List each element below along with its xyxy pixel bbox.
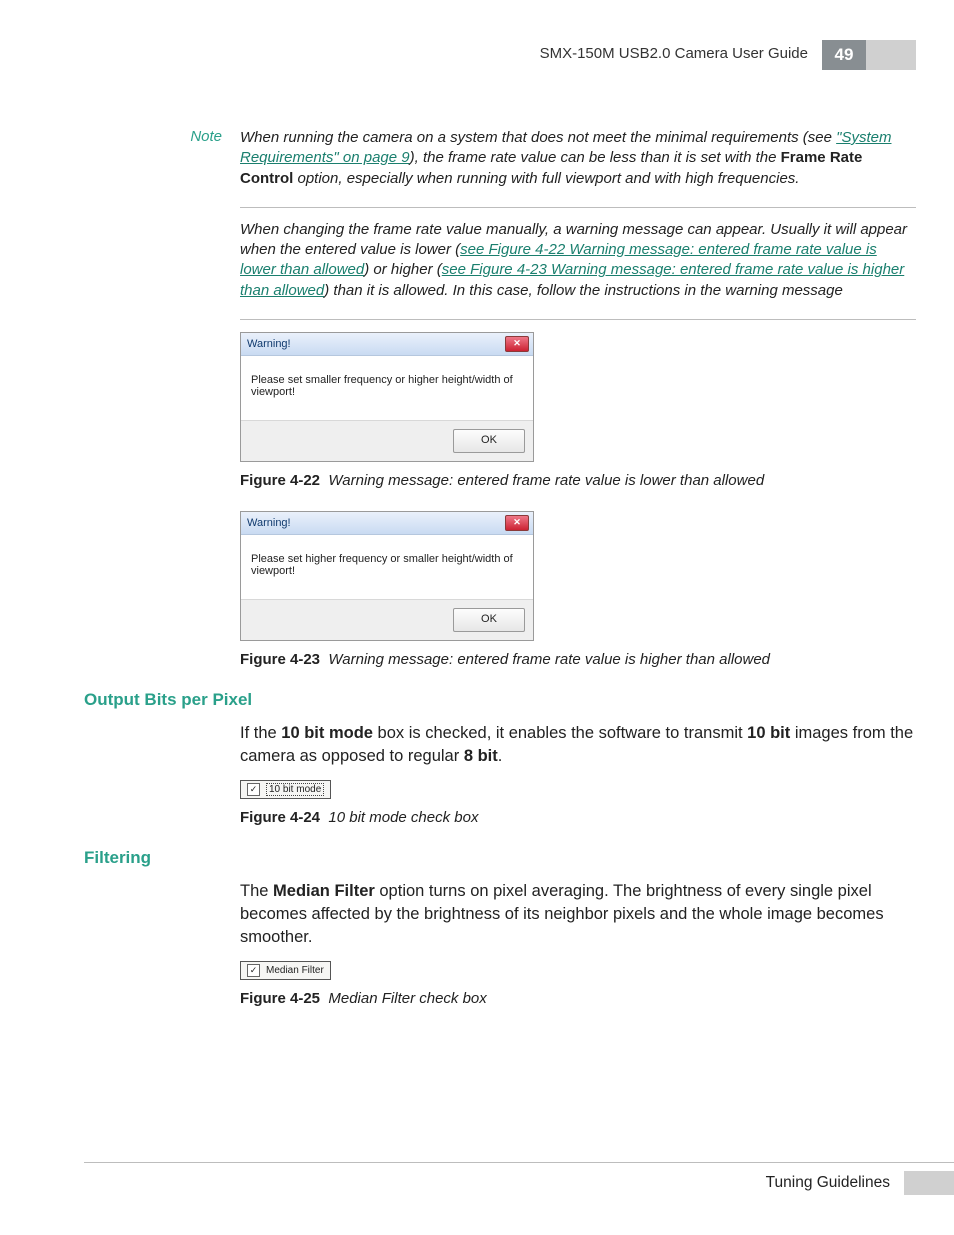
close-icon[interactable]: ✕ xyxy=(505,336,529,352)
page-number: 49 xyxy=(822,40,866,70)
text-segment: If the xyxy=(240,724,281,742)
section-heading-filtering: Filtering xyxy=(84,848,916,868)
bold-term: 8 bit xyxy=(464,747,498,765)
footer-decoration xyxy=(904,1171,954,1195)
dialog-title-text: Warning! xyxy=(247,338,291,350)
doc-title: SMX-150M USB2.0 Camera User Guide xyxy=(540,40,822,70)
paragraph: If the 10 bit mode box is checked, it en… xyxy=(240,722,916,768)
dialog-titlebar: Warning! ✕ xyxy=(241,512,533,535)
bold-term: Median Filter xyxy=(273,882,375,900)
separator xyxy=(240,207,916,208)
checkbox-icon[interactable]: ✓ xyxy=(247,783,260,796)
section-heading-output-bits: Output Bits per Pixel xyxy=(84,690,916,710)
bold-term: 10 bit xyxy=(747,724,790,742)
page-header: SMX-150M USB2.0 Camera User Guide 49 xyxy=(84,40,916,70)
note-text-segment: option, especially when running with ful… xyxy=(293,170,799,187)
checkbox-icon[interactable]: ✓ xyxy=(247,964,260,977)
figure-caption: Figure 4-22 Warning message: entered fra… xyxy=(240,472,916,489)
page-footer: Tuning Guidelines xyxy=(84,1162,954,1195)
warning-dialog-lower: Warning! ✕ Please set smaller frequency … xyxy=(240,332,534,462)
note-text-segment: When running the camera on a system that… xyxy=(240,129,836,146)
dialog-titlebar: Warning! ✕ xyxy=(241,333,533,356)
figure-caption: Figure 4-25 Median Filter check box xyxy=(240,990,916,1007)
figure-text: Median Filter check box xyxy=(328,990,486,1007)
figure-text: 10 bit mode check box xyxy=(328,809,478,826)
ten-bit-mode-checkbox-frame: ✓ 10 bit mode xyxy=(240,780,331,799)
dialog-title-text: Warning! xyxy=(247,517,291,529)
checkbox-label: Median Filter xyxy=(266,965,324,976)
ok-button[interactable]: OK xyxy=(453,608,525,632)
median-filter-checkbox-frame: ✓ Median Filter xyxy=(240,961,331,980)
figure-number: Figure 4-23 xyxy=(240,651,320,668)
text-segment: box is checked, it enables the software … xyxy=(373,724,747,742)
note-text-segment: ) than it is allowed. In this case, foll… xyxy=(324,282,843,299)
text-segment: The xyxy=(240,882,273,900)
figure-text: Warning message: entered frame rate valu… xyxy=(328,651,770,668)
header-decoration xyxy=(866,40,916,70)
note-text-segment: ), the frame rate value can be less than… xyxy=(410,149,781,166)
figure-text: Warning message: entered frame rate valu… xyxy=(328,472,764,489)
figure-caption: Figure 4-23 Warning message: entered fra… xyxy=(240,651,916,668)
note-label: Note xyxy=(84,128,240,189)
checkbox-label: 10 bit mode xyxy=(266,783,324,796)
note-text: When changing the frame rate value manua… xyxy=(240,220,916,301)
separator xyxy=(240,319,916,320)
figure-number: Figure 4-25 xyxy=(240,990,320,1007)
dialog-message: Please set smaller frequency or higher h… xyxy=(241,356,533,420)
note-block: Note When running the camera on a system… xyxy=(84,128,916,189)
ok-button[interactable]: OK xyxy=(453,429,525,453)
paragraph: The Median Filter option turns on pixel … xyxy=(240,880,916,949)
figure-number: Figure 4-24 xyxy=(240,809,320,826)
figure-number: Figure 4-22 xyxy=(240,472,320,489)
footer-section-name: Tuning Guidelines xyxy=(84,1174,904,1192)
bold-term: 10 bit mode xyxy=(281,724,373,742)
note-text: When running the camera on a system that… xyxy=(240,128,916,189)
text-segment: . xyxy=(498,747,503,765)
note-block: When changing the frame rate value manua… xyxy=(84,220,916,301)
warning-dialog-higher: Warning! ✕ Please set higher frequency o… xyxy=(240,511,534,641)
close-icon[interactable]: ✕ xyxy=(505,515,529,531)
note-text-segment: ) or higher ( xyxy=(364,261,442,278)
dialog-message: Please set higher frequency or smaller h… xyxy=(241,535,533,599)
figure-caption: Figure 4-24 10 bit mode check box xyxy=(240,809,916,826)
